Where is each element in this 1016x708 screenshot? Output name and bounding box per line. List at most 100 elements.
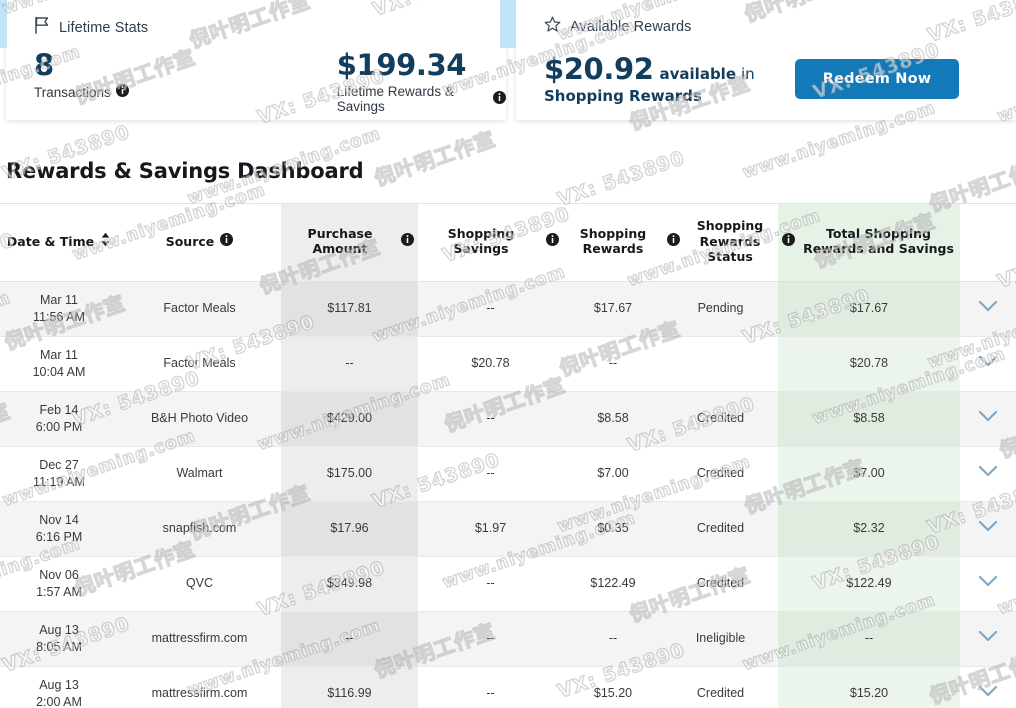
cell-purchase-amount: -- (281, 336, 418, 392)
column-header-shopping-savings[interactable]: Shopping Savings (418, 203, 563, 282)
rewards-amount: $20.92 (544, 52, 654, 86)
cell-shopping-rewards-status: Credited (663, 501, 778, 557)
redeem-now-button[interactable]: Redeem Now (794, 58, 960, 99)
table-body: Mar 11 11:56 AM Factor Meals $117.81 -- $17.6… (0, 281, 1016, 708)
row-expand-button[interactable] (960, 666, 1016, 708)
info-icon[interactable] (115, 84, 129, 100)
cell-shopping-savings: $20.78 (418, 336, 563, 392)
column-header-source[interactable]: Source (118, 203, 281, 282)
column-label-total-rewards-savings: Total Shopping Rewards and Savings (803, 225, 954, 257)
cell-shopping-savings: -- (418, 391, 563, 447)
table-row[interactable]: Mar 11 11:56 AM Factor Meals $117.81 -- $17.6… (0, 281, 1016, 337)
cell-shopping-rewards: $122.49 (563, 556, 663, 612)
summary-cards-row: Lifetime Stats 8 Transactions $199.34 Li… (0, 0, 1016, 125)
chevron-down-icon[interactable] (978, 575, 998, 591)
row-expand-button[interactable] (960, 336, 1016, 392)
cell-shopping-rewards: $15.20 (563, 666, 663, 708)
chevron-down-icon[interactable] (978, 685, 998, 701)
page-root: Lifetime Stats 8 Transactions $199.34 Li… (0, 0, 1016, 708)
info-icon[interactable] (782, 233, 795, 250)
lifetime-rewards-label: Lifetime Rewards & Savings (337, 84, 506, 114)
cell-shopping-savings: -- (418, 446, 563, 502)
cell-purchase-amount: -- (281, 611, 418, 667)
chevron-down-icon[interactable] (978, 520, 998, 536)
available-rewards-header: Available Rewards (516, 0, 1016, 38)
table-row[interactable]: Feb 14 6:00 PM B&H Photo Video $429.00 -- $8.… (0, 391, 1016, 447)
cell-shopping-rewards-status: Credited (663, 446, 778, 502)
table-row[interactable]: Dec 27 11:19 AM Walmart $175.00 -- $7.00 Credi… (0, 446, 1016, 502)
cell-source: snapfish.com (118, 501, 281, 557)
column-header-purchase-amount[interactable]: Purchase Amount (281, 203, 418, 282)
cell-source: Factor Meals (118, 281, 281, 337)
cell-total-rewards-savings: $15.20 (778, 666, 960, 708)
cell-time: 10:04 AM (32, 364, 86, 379)
chevron-down-icon[interactable] (978, 465, 998, 481)
table-row[interactable]: Nov 14 6:16 PM snapfish.com $17.96 $1.97 $0.3… (0, 501, 1016, 557)
row-expand-button[interactable] (960, 611, 1016, 667)
rewards-amount-line: $20.92 available in (544, 52, 755, 86)
row-expand-button[interactable] (960, 281, 1016, 337)
cell-time: 11:56 AM (33, 309, 85, 324)
info-icon[interactable] (493, 91, 506, 107)
cell-date-time: Feb 14 6:00 PM (0, 391, 118, 447)
cell-total-rewards-savings: $8.58 (778, 391, 960, 447)
column-header-expand (960, 203, 1016, 282)
cell-source: Factor Meals (118, 336, 281, 392)
column-label-source: Source (165, 233, 215, 249)
cell-total-rewards-savings: $2.32 (778, 501, 960, 557)
cell-shopping-rewards-status: Ineligible (663, 611, 778, 667)
cell-date: Nov 14 (39, 513, 79, 527)
chevron-down-icon[interactable] (978, 410, 998, 426)
column-header-shopping-rewards-status[interactable]: Shopping Rewards Status (663, 203, 778, 282)
column-label-date-time: Date & Time (6, 233, 95, 249)
cell-shopping-savings: -- (418, 281, 563, 337)
cell-purchase-amount: $116.99 (281, 666, 418, 708)
cell-shopping-rewards: -- (563, 611, 663, 667)
cell-purchase-amount: $429.00 (281, 391, 418, 447)
cell-date-time: Dec 27 11:19 AM (0, 446, 118, 502)
cell-date: Dec 27 (39, 458, 79, 472)
column-header-total-rewards-savings[interactable]: Total Shopping Rewards and Savings (778, 203, 960, 282)
cell-shopping-rewards-status: Pending (663, 281, 778, 337)
lifetime-stats-label: Lifetime Stats (59, 19, 149, 36)
chevron-down-icon[interactable] (978, 355, 998, 371)
info-icon[interactable] (667, 233, 680, 250)
info-icon[interactable] (546, 233, 559, 250)
column-header-shopping-rewards[interactable]: Shopping Rewards (563, 203, 663, 282)
stat-transactions: 8 Transactions (34, 48, 129, 100)
info-icon[interactable] (220, 233, 234, 250)
row-expand-button[interactable] (960, 556, 1016, 612)
cell-total-rewards-savings: $17.67 (778, 281, 960, 337)
table-row[interactable]: Aug 13 2:00 AM mattressfirm.com $116.99 -- $1… (0, 666, 1016, 708)
column-header-date-time[interactable]: Date & Time (0, 203, 118, 282)
transactions-label: Transactions (34, 84, 129, 100)
row-expand-button[interactable] (960, 391, 1016, 447)
cell-source: Walmart (118, 446, 281, 502)
stat-lifetime-rewards: $199.34 Lifetime Rewards & Savings (337, 48, 506, 114)
cell-date-time: Mar 11 11:56 AM (0, 281, 118, 337)
available-rewards-label: Available Rewards (570, 19, 692, 35)
cell-date: Aug 13 (39, 678, 79, 692)
table-row[interactable]: Nov 06 1:57 AM QVC $349.98 -- $122.49 Credited… (0, 556, 1016, 612)
info-icon[interactable] (401, 233, 414, 250)
cell-shopping-rewards-status: Credited (663, 666, 778, 708)
row-expand-button[interactable] (960, 501, 1016, 557)
transactions-label-text: Transactions (34, 84, 111, 100)
cell-time: 8:05 AM (36, 639, 82, 654)
rewards-available-word: available (659, 65, 736, 83)
flag-icon (34, 16, 50, 39)
cell-shopping-savings: -- (418, 666, 563, 708)
row-expand-button[interactable] (960, 446, 1016, 502)
column-label-shopping-savings: Shopping Savings (447, 225, 515, 257)
cell-time: 6:00 PM (35, 419, 83, 434)
cell-shopping-rewards: $0.35 (563, 501, 663, 557)
sort-arrows-icon[interactable] (100, 232, 111, 251)
available-rewards-card: Available Rewards $20.92 available in Sh… (516, 0, 1016, 120)
chevron-down-icon[interactable] (978, 630, 998, 646)
table-row[interactable]: Mar 11 10:04 AM Factor Meals -- $20.78 -- $20.… (0, 336, 1016, 392)
table-row[interactable]: Aug 13 8:05 AM mattressfirm.com -- -- -- Ineli… (0, 611, 1016, 667)
chevron-down-icon[interactable] (978, 300, 998, 316)
table-header: Date & Time Source Purchase Amount Shopp… (0, 203, 1016, 282)
transactions-value: 8 (34, 48, 54, 82)
cell-source: mattressfirm.com (118, 666, 281, 708)
